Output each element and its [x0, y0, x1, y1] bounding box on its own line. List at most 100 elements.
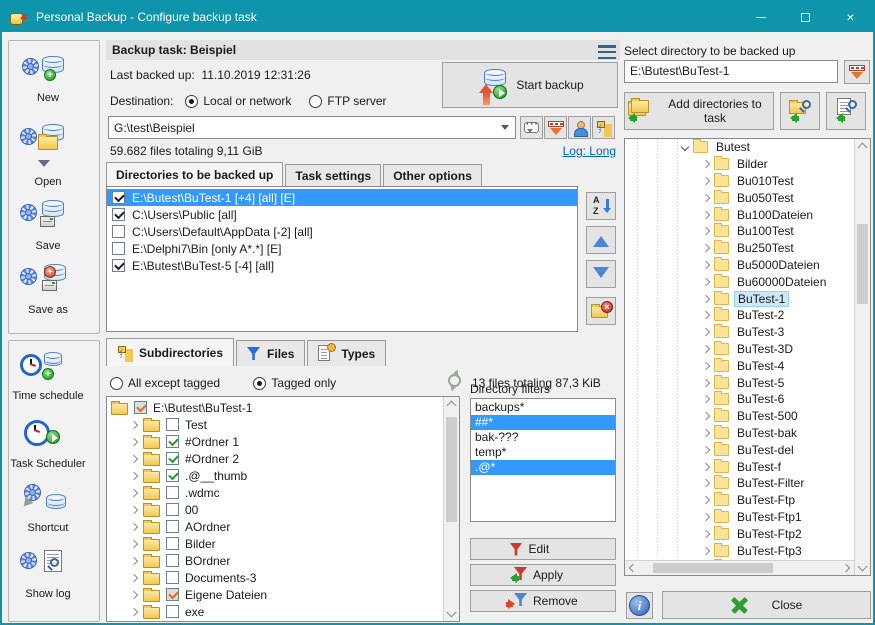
radio-local-or-network[interactable]: Local or network [185, 94, 291, 108]
move-down-button[interactable] [586, 260, 616, 288]
chevron-right-icon[interactable] [702, 328, 710, 336]
edit-filter-button[interactable]: Edit [470, 538, 616, 560]
chevron-right-icon[interactable] [702, 177, 710, 185]
chevron-down-icon[interactable] [681, 143, 689, 151]
filter-row[interactable]: .@* [471, 460, 615, 475]
chevron-right-icon[interactable] [130, 539, 138, 547]
sidebar-item-shortcut[interactable]: Shortcut [6, 482, 90, 534]
close-icon[interactable]: × [828, 2, 873, 32]
remove-filter-button[interactable]: Remove [470, 590, 616, 612]
tree-row[interactable]: Documents-3 [107, 569, 459, 586]
info-button[interactable]: i [626, 592, 653, 619]
sidebar-item-save[interactable]: Save [6, 200, 90, 252]
chevron-right-icon[interactable] [702, 311, 710, 319]
tab-types[interactable]: Types [307, 340, 386, 366]
tree-root-row[interactable]: Butest [625, 139, 870, 156]
recent-directories-button[interactable] [844, 60, 870, 84]
directory-row[interactable]: E:\Butest\BuTest-1 [+4] [all] [E] [107, 189, 577, 206]
chevron-right-icon[interactable] [130, 437, 138, 445]
tree-row[interactable]: BuTest-del [625, 441, 870, 458]
tree-row[interactable]: Eigene Dateien [107, 586, 459, 603]
chevron-right-icon[interactable] [702, 529, 710, 537]
chevron-right-icon[interactable] [130, 420, 138, 428]
chevron-right-icon[interactable] [702, 412, 710, 420]
tree-row[interactable]: BuTest-Ftp2 [625, 525, 870, 542]
radio-tagged-only[interactable]: Tagged only [253, 376, 336, 390]
chevron-right-icon[interactable] [702, 345, 710, 353]
tree-row[interactable]: Bu5000Dateien [625, 257, 870, 274]
chevron-right-icon[interactable] [702, 479, 710, 487]
chevron-right-icon[interactable] [702, 294, 710, 302]
tree-checkbox[interactable] [166, 571, 179, 584]
tree-row[interactable]: BuTest-Ftp3 [625, 542, 870, 559]
tab-other-options[interactable]: Other options [383, 164, 482, 186]
chevron-right-icon[interactable] [702, 160, 710, 168]
directory-checkbox[interactable] [112, 242, 125, 255]
chevron-right-icon[interactable] [702, 395, 710, 403]
tree-row[interactable]: BuTest-f [625, 458, 870, 475]
tree-row[interactable]: exe [107, 603, 459, 620]
filter-row[interactable]: temp* [471, 445, 615, 460]
tree-row[interactable]: .wdmc [107, 484, 459, 501]
maximize-icon[interactable] [783, 2, 828, 32]
tree-row[interactable]: BuTest-6 [625, 391, 870, 408]
menu-icon[interactable] [598, 45, 616, 59]
tree-checkbox[interactable] [166, 486, 179, 499]
tree-checkbox[interactable] [166, 435, 179, 448]
tree-checkbox[interactable] [166, 452, 179, 465]
tree-row[interactable]: BuTest-Filter [625, 475, 870, 492]
tree-row[interactable]: #Ordner 2 [107, 450, 459, 467]
directory-row[interactable]: C:\Users\Public [all] [107, 206, 577, 223]
refresh-icon[interactable] [448, 374, 461, 387]
chevron-right-icon[interactable] [130, 471, 138, 479]
tree-row[interactable]: Test [107, 416, 459, 433]
tree-row[interactable]: BuTest-Ftp [625, 492, 870, 509]
move-up-button[interactable] [586, 226, 616, 254]
tree-row[interactable]: AOrdner [107, 518, 459, 535]
tree-checkbox[interactable] [166, 503, 179, 516]
chevron-right-icon[interactable] [702, 244, 710, 252]
start-backup-button[interactable]: Start backup [442, 62, 618, 108]
radio-ftp-server[interactable]: FTP server [309, 94, 386, 108]
tree-row[interactable]: BuTest-bak [625, 425, 870, 442]
tree-row[interactable]: BuTest-500 [625, 408, 870, 425]
tree-row[interactable]: Bilder [107, 535, 459, 552]
chevron-right-icon[interactable] [702, 227, 710, 235]
sidebar-item-open[interactable]: Open [6, 124, 90, 188]
log-link[interactable]: Log: Long [563, 144, 616, 158]
target-path-combobox[interactable]: G:\test\Beispiel [108, 116, 516, 139]
chevron-right-icon[interactable] [130, 488, 138, 496]
close-button[interactable]: Close [662, 591, 871, 619]
sidebar-item-time-schedule[interactable]: + Time schedule [6, 350, 90, 402]
tree-row[interactable]: 00 [107, 501, 459, 518]
chevron-right-icon[interactable] [130, 607, 138, 615]
tree-root-row[interactable]: E:\Butest\BuTest-1 [107, 399, 459, 416]
chevron-right-icon[interactable] [702, 462, 710, 470]
tree-row[interactable]: BuTest-3 [625, 324, 870, 341]
sidebar-item-new[interactable]: + New [6, 52, 90, 104]
directory-checkbox[interactable] [112, 259, 125, 272]
tree-row[interactable]: BuTest-5 [625, 374, 870, 391]
tree-row[interactable]: BuTest-2 [625, 307, 870, 324]
tree-checkbox[interactable] [166, 418, 179, 431]
search-files-button[interactable] [826, 92, 866, 130]
tree-checkbox[interactable] [166, 520, 179, 533]
directory-checkbox[interactable] [112, 191, 125, 204]
chevron-right-icon[interactable] [702, 378, 710, 386]
tree-row[interactable]: BuTest-Ftp1 [625, 509, 870, 526]
tree-row[interactable]: Bu010Test [625, 173, 870, 190]
user-button[interactable] [568, 116, 591, 139]
tree-row[interactable]: Bu100Dateien [625, 206, 870, 223]
filter-row[interactable]: backups* [471, 400, 615, 415]
chevron-right-icon[interactable] [130, 556, 138, 564]
tab-task-settings[interactable]: Task settings [285, 164, 381, 186]
apply-filter-button[interactable]: Apply [470, 564, 616, 586]
tree-checkbox[interactable] [166, 469, 179, 482]
directory-row[interactable]: E:\Delphi7\Bin [only A*.*] [E] [107, 240, 577, 257]
tree-checkbox[interactable] [166, 537, 179, 550]
tab-directories[interactable]: Directories to be backed up [106, 162, 283, 186]
chevron-right-icon[interactable] [702, 210, 710, 218]
tree-row[interactable]: Bilder [625, 156, 870, 173]
sort-directories-button[interactable] [586, 192, 616, 220]
minimize-icon[interactable] [738, 2, 783, 32]
